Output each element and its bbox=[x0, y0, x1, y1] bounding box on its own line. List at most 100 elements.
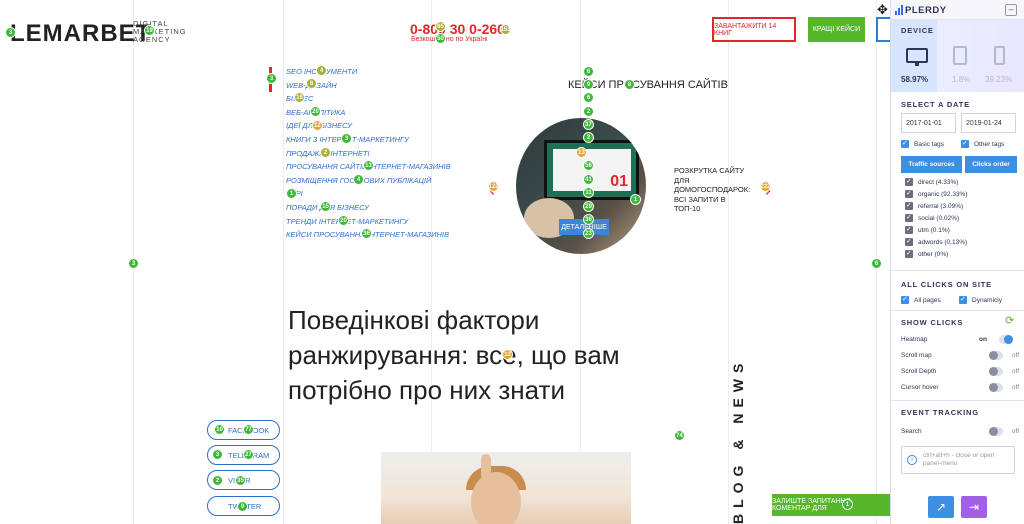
phone-number[interactable]: 0-800 30 0-260 bbox=[410, 21, 505, 37]
click-count-marker[interactable]: 12 bbox=[502, 349, 513, 360]
click-count-marker[interactable]: 74 bbox=[674, 430, 685, 441]
click-count-marker[interactable]: 4 bbox=[316, 65, 327, 76]
click-count-marker[interactable]: 2 bbox=[583, 132, 594, 143]
click-count-marker[interactable]: 11 bbox=[583, 187, 594, 198]
click-count-marker[interactable]: 1 bbox=[630, 194, 641, 205]
click-count-marker[interactable]: 1 bbox=[286, 188, 297, 199]
cursor-hover-switch[interactable] bbox=[989, 383, 1003, 392]
heatmap-toggle-row[interactable]: Heatmap on bbox=[901, 335, 1019, 344]
click-count-marker[interactable]: 9 bbox=[583, 79, 594, 90]
click-count-marker[interactable]: 6 bbox=[306, 78, 317, 89]
scroll-map-switch[interactable] bbox=[989, 351, 1003, 360]
best-cases-button[interactable]: КРАЩІ КЕЙСИ bbox=[808, 17, 865, 42]
scroll-depth-toggle-row[interactable]: Scroll Depth off bbox=[901, 367, 1019, 376]
click-count-marker[interactable]: 2 bbox=[320, 147, 331, 158]
click-count-marker[interactable]: 20 bbox=[310, 106, 321, 117]
menu-item[interactable]: ПОРАДИ ДЛЯ БІЗНЕСУ bbox=[286, 201, 451, 215]
click-count-marker[interactable]: 3 bbox=[266, 73, 277, 84]
click-count-marker[interactable]: 29 bbox=[583, 201, 594, 212]
download-books-button[interactable]: ЗАВАНТАЖИТИ 14 КНИГ bbox=[712, 17, 796, 42]
click-count-marker[interactable]: 3 bbox=[128, 258, 139, 269]
plerdy-panel: PLERDY – DEVICE 58.97% 1.8% 39.23% SELEC… bbox=[890, 0, 1024, 524]
source-checkbox-other[interactable]: other (0%) bbox=[905, 249, 948, 258]
click-count-marker[interactable]: 50 bbox=[435, 33, 446, 44]
menu-item[interactable]: РОЗМІЩЕННЯ ГОСТЬОВИХ ПУБЛІКАЦІЙ bbox=[286, 174, 451, 188]
click-count-marker[interactable]: 3 bbox=[341, 133, 352, 144]
source-checkbox-referral[interactable]: referral (3.09%) bbox=[905, 201, 964, 210]
menu-item[interactable]: ПРОДАЖІ В ІНТЕРНЕТІ bbox=[286, 147, 451, 161]
click-count-marker[interactable]: 13 bbox=[576, 147, 587, 158]
menu-item[interactable]: ТРЕНДИ ІНТЕРНЕТ-МАРКЕТИНГУ bbox=[286, 215, 451, 229]
clicks-order-button[interactable]: Clicks order bbox=[965, 156, 1017, 173]
click-count-marker[interactable]: 36 bbox=[583, 214, 594, 225]
ask-question-button[interactable]: ЗАЛИШТЕ ЗАПИТАННЯ КОМЕНТАР ДЛЯ bbox=[772, 494, 890, 516]
click-count-marker[interactable]: 36 bbox=[361, 228, 372, 239]
click-count-marker[interactable]: 3 bbox=[5, 27, 16, 38]
click-count-marker[interactable]: 153 bbox=[500, 24, 511, 35]
menu-item[interactable]: КНИГИ З ІНТЕРНЕТ-МАРКЕТИНГУ bbox=[286, 133, 451, 147]
other-tags-checkbox[interactable]: Other tags bbox=[961, 139, 1004, 148]
click-count-marker[interactable]: 2 bbox=[212, 475, 223, 486]
date-to-input[interactable]: 2019-01-24 bbox=[961, 113, 1016, 133]
search-switch[interactable] bbox=[989, 427, 1003, 436]
click-count-marker[interactable]: 2 bbox=[583, 106, 594, 117]
click-count-marker[interactable]: 35 bbox=[235, 475, 246, 486]
traffic-sources-button[interactable]: Traffic sources bbox=[901, 156, 962, 173]
click-count-marker[interactable]: 6 bbox=[583, 92, 594, 103]
click-count-marker[interactable]: 222 bbox=[760, 181, 771, 192]
menu-item[interactable]: SEO ІНСТРУМЕНТИ bbox=[286, 65, 451, 79]
click-count-marker[interactable]: 6 bbox=[871, 258, 882, 269]
source-label: direct (4.33%) bbox=[918, 178, 959, 186]
click-count-marker[interactable]: 56 bbox=[583, 160, 594, 171]
click-count-marker[interactable]: 3 bbox=[212, 449, 223, 460]
all-pages-checkbox[interactable]: All pages bbox=[901, 295, 941, 304]
source-checkbox-organic[interactable]: organic (92.33%) bbox=[905, 189, 968, 198]
click-count-marker[interactable]: 20 bbox=[338, 215, 349, 226]
move-icon[interactable]: ✥ bbox=[877, 2, 888, 18]
click-count-marker[interactable]: 23 bbox=[583, 228, 594, 239]
category-menu: SEO ІНСТРУМЕНТИ WEB-ДИЗАЙН БІЗНЕС ВЕБ-АН… bbox=[286, 65, 451, 242]
click-count-marker[interactable]: 4 bbox=[353, 174, 364, 185]
click-count-marker[interactable]: 41 bbox=[583, 174, 594, 185]
click-count-marker[interactable]: 15 bbox=[320, 201, 331, 212]
date-from-input[interactable]: 2017-01-01 bbox=[901, 113, 956, 133]
header-button-partial[interactable] bbox=[876, 17, 890, 42]
logout-icon[interactable]: ⇥ bbox=[961, 496, 987, 518]
click-count-marker[interactable]: 19 bbox=[144, 25, 155, 36]
source-checkbox-social[interactable]: social (0.02%) bbox=[905, 213, 959, 222]
heatmap-switch[interactable] bbox=[999, 335, 1013, 344]
menu-item[interactable]: БІЗНЕС bbox=[286, 92, 451, 106]
source-checkbox-direct[interactable]: direct (4.33%) bbox=[905, 177, 959, 186]
menu-item[interactable]: ІДЕЇ ДЛЯ БІЗНЕСУ bbox=[286, 119, 451, 133]
click-count-marker[interactable]: 10 bbox=[214, 424, 225, 435]
click-count-marker[interactable]: 122 bbox=[488, 181, 499, 192]
article-photo[interactable] bbox=[381, 452, 631, 524]
source-checkbox-utm[interactable]: utm (0.1%) bbox=[905, 225, 950, 234]
click-count-marker[interactable]: 6 bbox=[583, 66, 594, 77]
click-count-marker[interactable]: 13 bbox=[363, 160, 374, 171]
scroll-map-toggle-row[interactable]: Scroll map off bbox=[901, 351, 1019, 360]
click-count-marker[interactable]: 9 bbox=[237, 501, 248, 512]
click-count-marker[interactable]: 65 bbox=[435, 21, 446, 32]
click-count-marker[interactable]: 12 bbox=[312, 120, 323, 131]
click-count-marker[interactable]: 77 bbox=[243, 424, 254, 435]
collapse-icon[interactable]: – bbox=[1005, 4, 1017, 16]
article-headline[interactable]: Поведінкові фактори ранжирування: все, щ… bbox=[288, 303, 668, 408]
click-count-marker[interactable]: 27 bbox=[243, 449, 254, 460]
basic-tags-checkbox[interactable]: Basic tags bbox=[901, 139, 944, 148]
refresh-icon[interactable]: ⟳ bbox=[1005, 316, 1015, 327]
menu-item[interactable]: ГОРІ bbox=[286, 187, 451, 201]
click-count-marker[interactable]: 18 bbox=[294, 92, 305, 103]
mobile-percent: 39.23% bbox=[985, 75, 1013, 84]
click-count-marker[interactable]: 37 bbox=[583, 119, 594, 130]
source-label: referral (3.09%) bbox=[918, 202, 964, 210]
click-count-marker[interactable]: 1 bbox=[842, 499, 853, 510]
dynamicly-checkbox[interactable]: Dynamicly bbox=[959, 295, 1002, 304]
source-checkbox-adwords[interactable]: adwords (0.13%) bbox=[905, 237, 967, 246]
scroll-depth-switch[interactable] bbox=[989, 367, 1003, 376]
site-logo[interactable]: LEMARBET bbox=[10, 20, 151, 48]
cursor-hover-toggle-row[interactable]: Cursor hover off bbox=[901, 383, 1019, 392]
open-external-icon[interactable]: ↗ bbox=[928, 496, 954, 518]
click-count-marker[interactable]: 8 bbox=[624, 79, 635, 90]
search-toggle-row[interactable]: Search off bbox=[901, 427, 1019, 436]
